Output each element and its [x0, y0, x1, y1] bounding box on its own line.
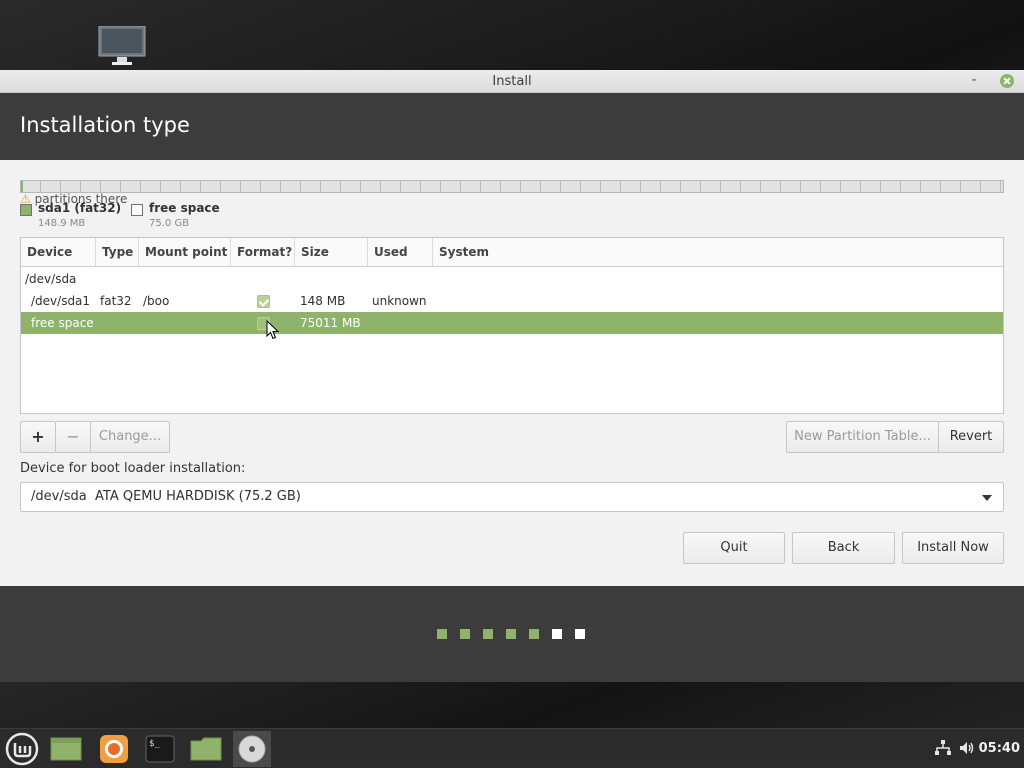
svg-text:$_: $_	[149, 739, 160, 749]
chevron-down-icon	[982, 495, 992, 501]
cell-used: unknown	[372, 294, 427, 308]
column-header-mount-point[interactable]: Mount point	[139, 238, 231, 266]
progress-step-dot	[575, 629, 585, 639]
legend-item-free-space: free space 75.0 GB	[131, 200, 241, 230]
bootloader-description: ATA QEMU HARDDISK (75.2 GB)	[95, 489, 301, 504]
install-now-button[interactable]: Install Now	[902, 532, 1004, 564]
computer-desktop-icon[interactable]	[98, 25, 146, 66]
mouse-cursor-icon	[266, 319, 280, 340]
column-header-size[interactable]: Size	[295, 238, 368, 266]
legend-name: sda1 (fat32)	[38, 201, 122, 215]
legend-name: free space	[149, 201, 220, 215]
table-row[interactable]: /dev/sda	[21, 268, 1003, 290]
column-header-type[interactable]: Type	[96, 238, 139, 266]
legend-swatch	[131, 204, 143, 216]
format-checkbox[interactable]	[257, 295, 270, 308]
progress-step-dot	[552, 629, 562, 639]
change-partition-button[interactable]: Change...	[90, 421, 170, 453]
partition-bar	[20, 180, 1004, 193]
legend-size: 148.9 MB	[38, 218, 86, 229]
progress-step-dot	[483, 629, 493, 639]
progress-step-dot	[460, 629, 470, 639]
new-partition-table-button[interactable]: New Partition Table...	[786, 421, 939, 453]
taskbar: $_ 05:40	[0, 728, 1024, 768]
progress-step-dot	[529, 629, 539, 639]
column-header-system[interactable]: System	[433, 238, 1003, 266]
remove-partition-button[interactable]: −	[55, 421, 91, 453]
page-title: Installation type	[20, 113, 190, 137]
progress-step-dot	[437, 629, 447, 639]
revert-button[interactable]: Revert	[938, 421, 1004, 453]
installer-window: Install - Installation type ⚠ partitions…	[0, 70, 1024, 682]
cell-mount: /boo	[143, 294, 170, 308]
progress-step-dot	[506, 629, 516, 639]
progress-dots	[437, 629, 597, 639]
mint-menu-icon[interactable]	[3, 731, 41, 767]
table-row[interactable]: /dev/sda1 fat32 /boo 148 MB unknown	[21, 290, 1003, 312]
column-header-device[interactable]: Device	[21, 238, 96, 266]
installer-disc-icon[interactable]	[233, 731, 271, 767]
cell-device: /dev/sda1	[31, 294, 91, 308]
firefox-icon[interactable]	[95, 731, 133, 767]
quit-button[interactable]: Quit	[683, 532, 785, 564]
add-partition-button[interactable]: +	[20, 421, 56, 453]
cell-device: free space	[31, 316, 94, 330]
legend-swatch	[20, 204, 32, 216]
bootloader-device-select[interactable]: /dev/sda ATA QEMU HARDDISK (75.2 GB)	[20, 482, 1004, 512]
column-header-format[interactable]: Format?	[231, 238, 295, 266]
close-icon[interactable]	[1000, 74, 1014, 88]
window-titlebar[interactable]: Install -	[0, 70, 1024, 93]
page-header: Installation type	[0, 93, 1024, 160]
column-header-used[interactable]: Used	[368, 238, 433, 266]
clock[interactable]: 05:40	[979, 741, 1020, 756]
installer-content: ⚠ partitions there sda1 (fat32) 148.9 MB…	[0, 160, 1024, 586]
terminal-icon[interactable]: $_	[141, 731, 179, 767]
cell-type: fat32	[100, 294, 132, 308]
files-icon[interactable]	[187, 731, 225, 767]
back-button[interactable]: Back	[792, 532, 895, 564]
partition-legend: sda1 (fat32) 148.9 MB free space 75.0 GB	[20, 200, 320, 230]
cell-size: 75011 MB	[300, 316, 361, 330]
cell-size: 148 MB	[300, 294, 346, 308]
legend-size: 75.0 GB	[149, 218, 190, 229]
show-desktop-icon[interactable]	[47, 731, 85, 767]
table-header: Device Type Mount point Format? Size Use…	[21, 238, 1003, 267]
bootloader-device: /dev/sda	[31, 489, 87, 504]
legend-item-sda1: sda1 (fat32) 148.9 MB	[20, 200, 130, 230]
bootloader-label: Device for boot loader installation:	[20, 461, 246, 476]
volume-icon[interactable]	[958, 739, 976, 760]
partition-table[interactable]: Device Type Mount point Format? Size Use…	[20, 237, 1004, 414]
cell-device: /dev/sda	[25, 272, 77, 286]
window-title: Install	[492, 74, 532, 89]
network-icon[interactable]	[934, 739, 952, 760]
table-row[interactable]: free space 75011 MB	[21, 312, 1003, 334]
minimize-button[interactable]: -	[966, 70, 982, 93]
partition-bar-sda1	[21, 181, 23, 192]
installer-footer	[0, 586, 1024, 682]
